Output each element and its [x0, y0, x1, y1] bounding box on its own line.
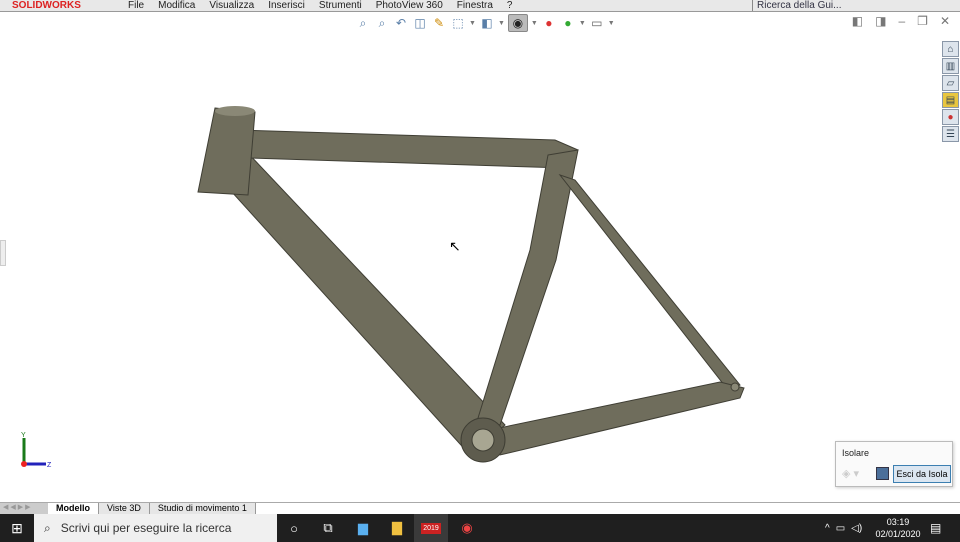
- network-icon[interactable]: ▭: [836, 523, 845, 534]
- taskbar-search[interactable]: ⌕ Scrivi qui per eseguire la ricerca: [34, 514, 277, 542]
- tab-scroll-arrows[interactable]: ◀◀▶▶: [0, 503, 48, 514]
- top-tube: [239, 129, 579, 169]
- clock-time: 03:19: [886, 517, 910, 527]
- solidworks-taskbar-icon[interactable]: 2019: [414, 514, 448, 542]
- down-tube: [211, 149, 506, 456]
- chain-stays: [479, 381, 745, 456]
- tab-studio-movimento[interactable]: Studio di movimento 1: [149, 503, 256, 514]
- bottom-tabs: ◀◀▶▶ Modello Viste 3D Studio di moviment…: [0, 502, 960, 514]
- file-explorer-icon[interactable]: ▇: [380, 514, 414, 542]
- bike-frame-model[interactable]: [0, 0, 960, 500]
- task-view-icon[interactable]: ⧉: [311, 514, 345, 542]
- isolate-title: Isolare: [842, 448, 870, 458]
- taskbar: ⊞ ⌕ Scrivi qui per eseguire la ricerca ○…: [0, 514, 960, 542]
- seat-stays: [558, 174, 741, 391]
- remote-desktop-icon[interactable]: ▆: [346, 514, 380, 542]
- solidworks-badge: 2019: [421, 522, 441, 534]
- chevron-up-icon[interactable]: ^: [825, 523, 830, 534]
- chrome-icon[interactable]: ◉: [450, 514, 484, 542]
- triad-z-label: Z: [47, 462, 52, 469]
- search-placeholder: Scrivi qui per eseguire la ricerca: [60, 521, 232, 535]
- seat-tube: [477, 149, 579, 426]
- cortana-icon[interactable]: ○: [277, 514, 311, 542]
- mouse-cursor-icon: ↖: [449, 238, 461, 254]
- exit-isolate-button[interactable]: Esci da Isola: [893, 465, 951, 483]
- triad-y-label: Y: [21, 432, 26, 439]
- system-tray: ^ ▭ ◁): [825, 514, 862, 542]
- head-tube: [197, 107, 256, 196]
- tab-viste-3d[interactable]: Viste 3D: [99, 503, 150, 514]
- display-style-icon[interactable]: ◈ ▾: [842, 467, 859, 480]
- isolate-popup: Isolare ◈ ▾ Esci da Isola: [835, 441, 953, 487]
- tab-modello[interactable]: Modello: [48, 503, 99, 514]
- save-icon[interactable]: [876, 467, 889, 480]
- volume-icon[interactable]: ◁): [851, 523, 862, 534]
- clock-date: 02/01/2020: [875, 529, 921, 539]
- reference-triad: Y Z: [21, 432, 52, 469]
- search-icon: ⌕: [44, 520, 51, 535]
- clock[interactable]: 03:19 02/01/2020: [872, 516, 924, 540]
- windows-start-icon[interactable]: ⊞: [0, 514, 34, 542]
- notifications-icon[interactable]: ▤: [930, 521, 941, 535]
